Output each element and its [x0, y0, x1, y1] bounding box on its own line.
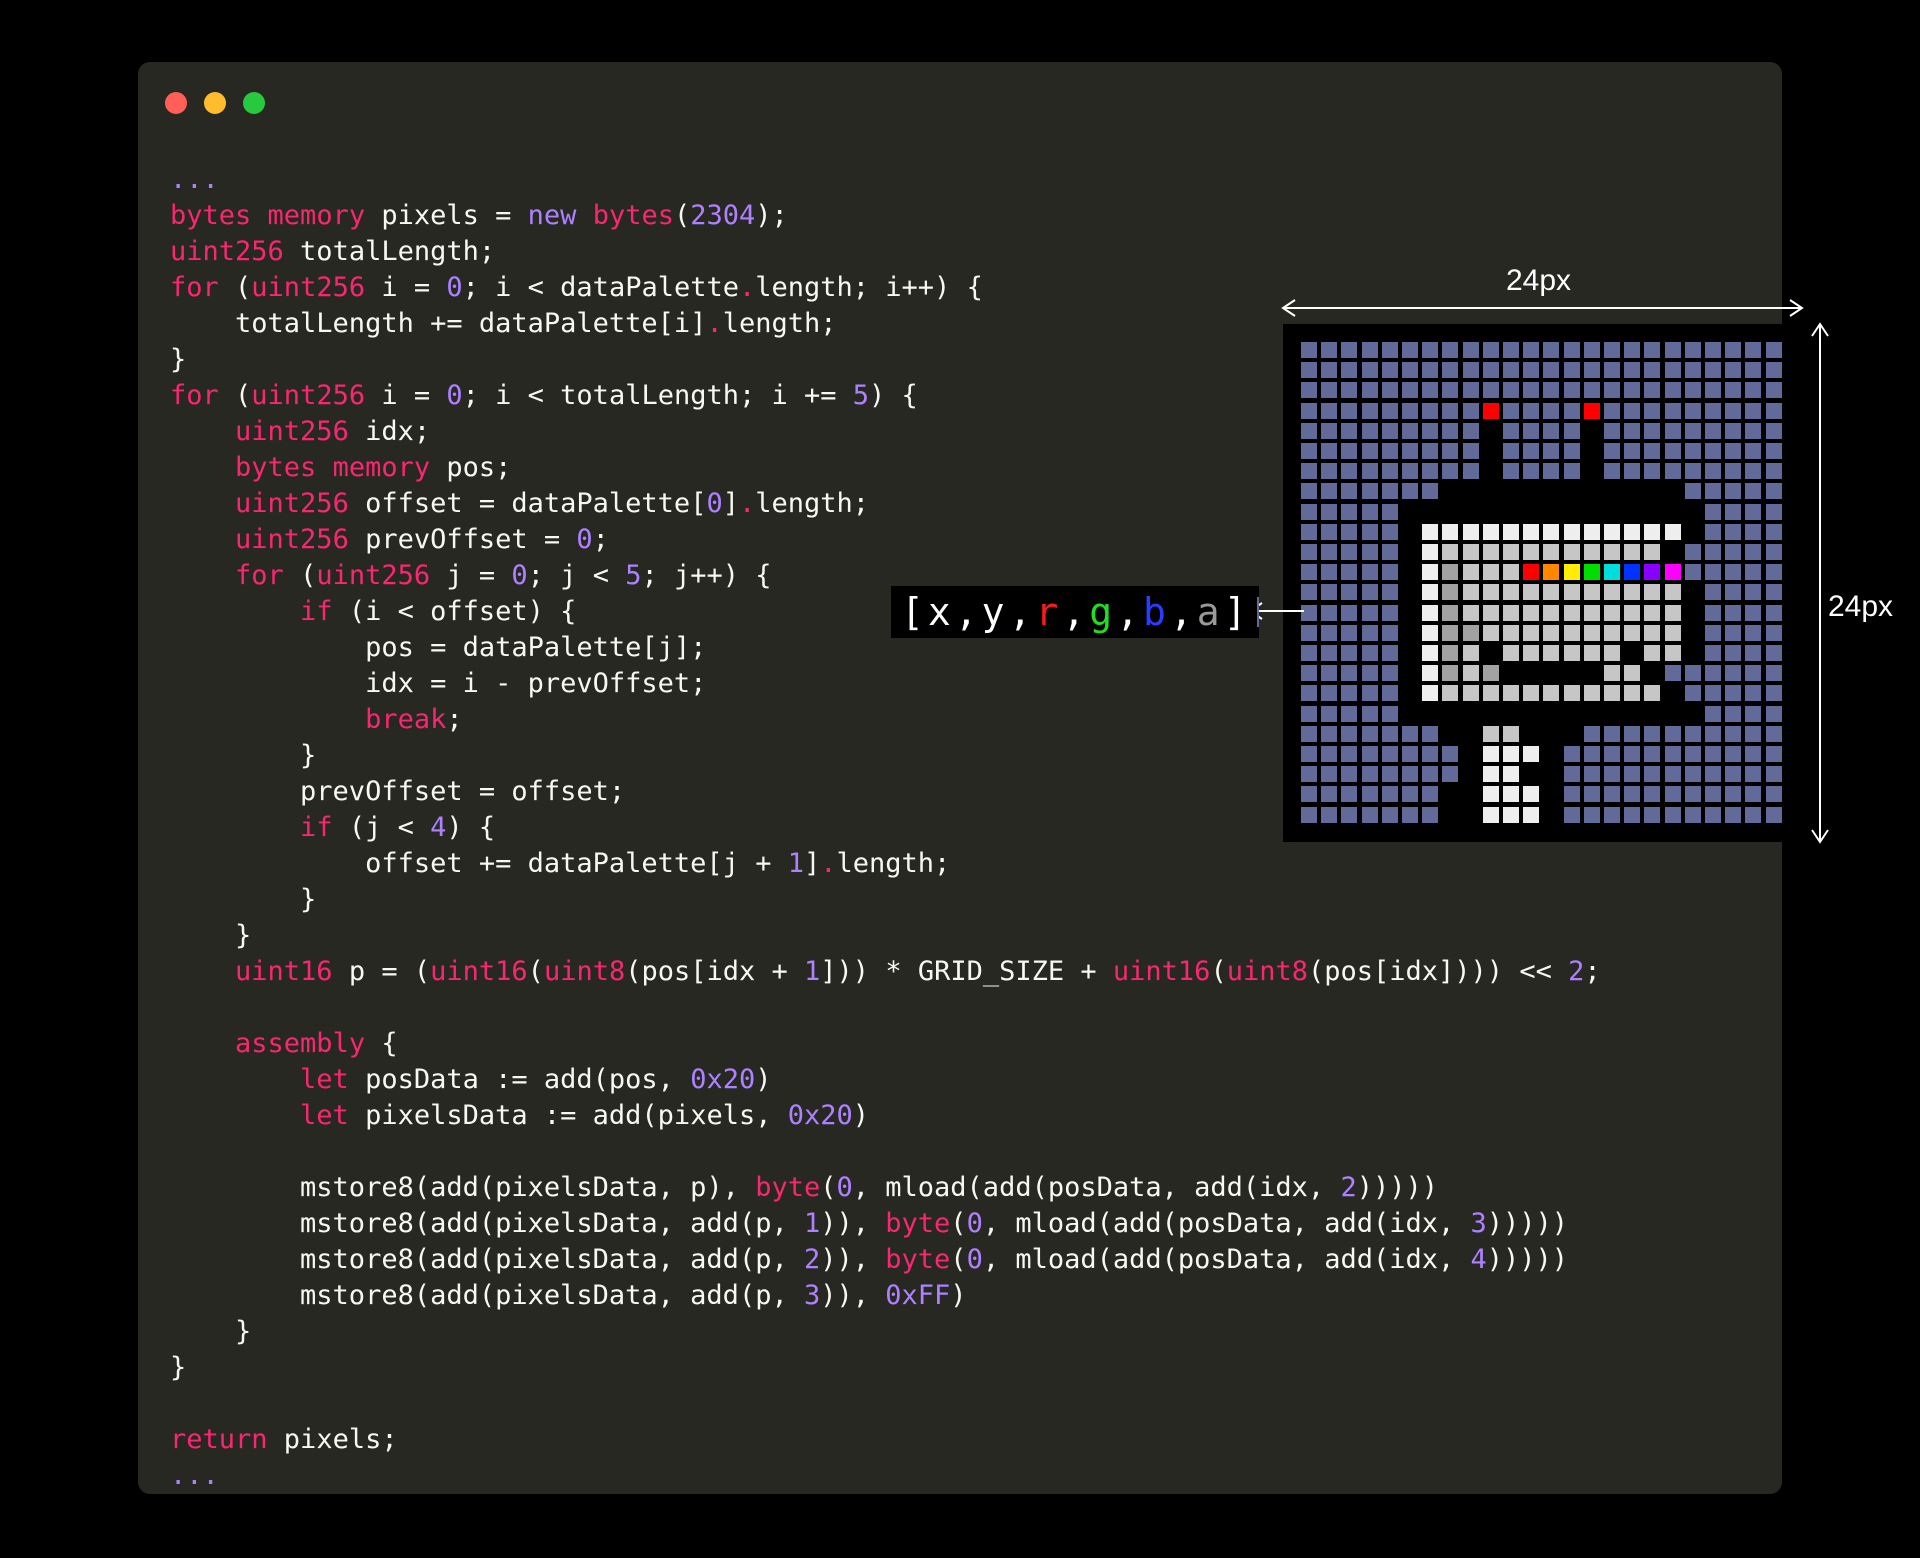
format-token: ] [1223, 590, 1251, 634]
height-label: 24px [1828, 590, 1894, 623]
format-token: , [1062, 590, 1090, 634]
format-token: b [1143, 590, 1170, 634]
format-token: y [981, 590, 1009, 634]
width-label: 24px [1506, 264, 1572, 297]
format-token: r [1035, 590, 1063, 634]
format-token: , [1116, 590, 1144, 634]
color-swatch [1256, 597, 1259, 627]
format-token: [ [901, 590, 928, 634]
format-token: a [1196, 590, 1224, 634]
format-token: g [1089, 590, 1117, 634]
format-token: , [1008, 590, 1036, 634]
format-token: , [954, 590, 982, 634]
pixel-format-legend: [x,y,r,g,b,a] [891, 586, 1259, 638]
pixel-format-text: [x,y,r,g,b,a] [901, 590, 1251, 634]
format-token: x [927, 590, 955, 634]
format-token: , [1169, 590, 1197, 634]
dimension-arrows [1248, 299, 1829, 844]
